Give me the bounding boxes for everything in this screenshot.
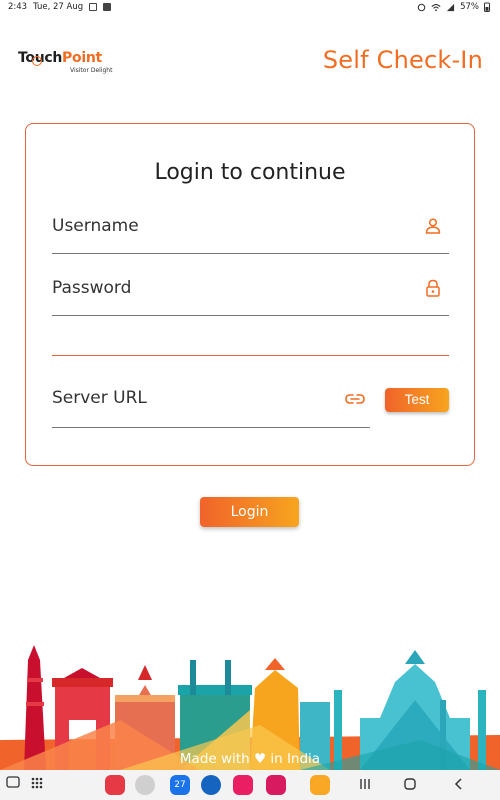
logo-text-point: Point	[62, 50, 102, 66]
edge-panel-icon[interactable]	[6, 776, 20, 790]
touchpoint-logo: TouchPoint Visitor Delight	[18, 50, 128, 78]
battery-icon	[484, 2, 490, 12]
logo-wordmark: TouchPoint	[18, 50, 102, 66]
username-field[interactable]: Username	[52, 214, 449, 254]
signal-icon	[446, 3, 455, 11]
server-url-label: Server URL	[52, 388, 147, 408]
home-icon[interactable]	[403, 777, 417, 791]
system-navigation-bar: 27	[0, 770, 500, 800]
status-date: Tue, 27 Aug	[33, 2, 84, 12]
gallery-notification-icon	[89, 3, 98, 11]
lock-icon	[426, 279, 440, 297]
in-india-text: in India	[270, 751, 321, 767]
files-app-icon[interactable]	[310, 775, 330, 795]
camera-app-icon[interactable]	[266, 775, 286, 795]
app-drawer-icon[interactable]	[30, 776, 44, 790]
status-bar: 2:43 Tue, 27 Aug 57%	[0, 0, 500, 14]
contact-notification-icon	[103, 3, 112, 11]
wifi-icon	[431, 3, 441, 11]
link-icon	[345, 394, 365, 404]
server-url-field[interactable]: Server URL	[52, 386, 370, 428]
alarm-icon	[417, 3, 426, 11]
password-label: Password	[52, 278, 132, 298]
launcher-app-icon[interactable]	[135, 775, 155, 795]
logo-tagline: Visitor Delight	[70, 67, 113, 74]
test-button[interactable]: Test	[385, 388, 449, 412]
heart-icon: ♥	[253, 751, 267, 767]
status-time: 2:43	[8, 2, 28, 12]
page-title: Self Check-In	[322, 46, 483, 74]
flower-app-icon[interactable]	[233, 775, 253, 795]
recents-icon[interactable]	[358, 777, 372, 791]
person-icon	[425, 218, 441, 234]
password-field[interactable]: Password	[52, 276, 449, 316]
touch-hand-icon	[32, 56, 42, 66]
calendar-app-icon[interactable]: 27	[170, 775, 190, 795]
made-in-india-footer: Made with ♥ in India	[0, 751, 500, 767]
battery-percent: 57%	[460, 2, 479, 12]
flipboard-app-icon[interactable]	[105, 775, 125, 795]
extra-input-field[interactable]	[52, 320, 449, 356]
messages-app-icon[interactable]	[201, 775, 221, 795]
made-with-text: Made with	[179, 751, 250, 767]
username-label: Username	[52, 216, 139, 236]
back-icon[interactable]	[452, 777, 466, 791]
login-card: Login to continue Username Password Serv…	[25, 123, 475, 466]
login-card-title: Login to continue	[154, 160, 346, 185]
login-button[interactable]: Login	[200, 497, 299, 527]
